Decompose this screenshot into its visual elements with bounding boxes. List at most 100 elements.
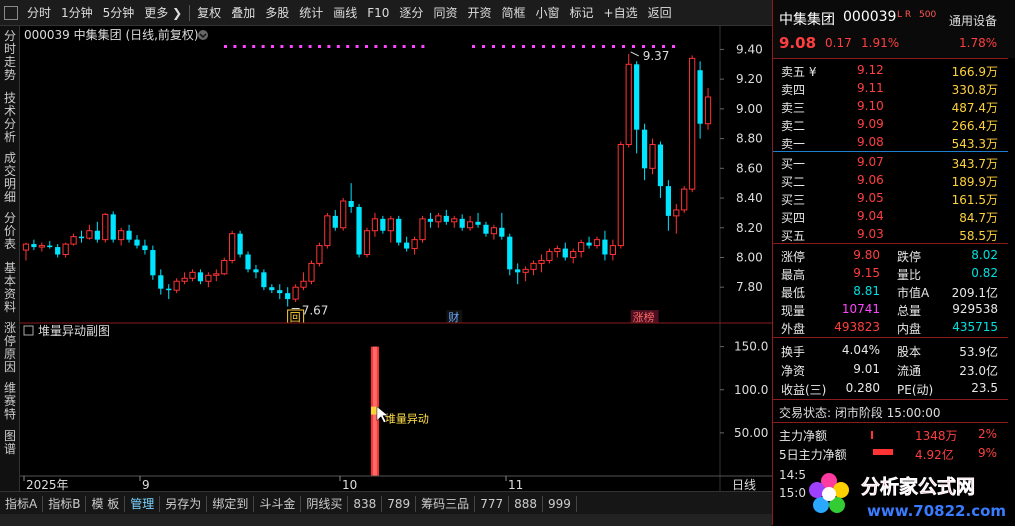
stat2-row: 收益(三) 0.280 PE(动) 23.5 — [781, 381, 998, 397]
btn-add-watch[interactable]: +自选 — [599, 0, 643, 26]
btn-back[interactable]: 返回 — [643, 0, 677, 26]
candle — [229, 230, 236, 264]
ref-dot — [252, 45, 256, 48]
indicator-tab[interactable]: 777 — [475, 496, 510, 512]
btn-tick[interactable]: 逐分 — [394, 0, 428, 26]
candle — [340, 198, 347, 231]
high-label: 9.37 — [643, 49, 670, 63]
tab-intraday[interactable]: 分时 — [22, 0, 56, 26]
industry-tag[interactable]: 通用设备 — [949, 12, 997, 29]
btn-open-capital[interactable]: 开资 — [462, 0, 496, 26]
candle — [237, 230, 243, 258]
stock-app: 分时 1分钟 5分钟 更多 ❯ 复权 叠加 多股 统计 画线 F10 逐分 同资… — [0, 0, 1015, 526]
stat-row: 最低 8.81 市值A 209.1亿 — [781, 284, 998, 300]
ask-row: 卖三 9.10 487.4万 — [781, 99, 998, 115]
ref-dot — [374, 45, 378, 48]
bid-row: 买二 9.06 189.9万 — [781, 173, 998, 189]
anomaly-label: 堆量异动 — [385, 413, 429, 426]
candle — [419, 215, 426, 243]
ref-dot — [582, 45, 585, 48]
candle — [396, 215, 402, 246]
indicator-tab[interactable]: 999 — [543, 496, 577, 512]
indicator-tab[interactable]: 指标B — [43, 496, 87, 512]
grid-icon[interactable] — [4, 5, 18, 20]
y-tick-label: 8.20 — [736, 221, 763, 235]
stat-row: 最高 9.15 量比 0.82 — [781, 266, 998, 282]
btn-simple-frame[interactable]: 简框 — [496, 0, 530, 26]
side-limit-reason[interactable]: 涨停原因 — [2, 322, 18, 374]
left-sidebar: 分时走势 技术分析 成交明细 分价表 基本资料 涨停原因 维赛特 图谱 — [0, 26, 20, 491]
candle — [102, 212, 109, 243]
indicator-tab[interactable]: 筹码三品 — [416, 496, 476, 512]
indicator-tab[interactable]: 另存为 — [160, 496, 208, 512]
candle — [689, 55, 696, 193]
side-intraday[interactable]: 分时走势 — [2, 30, 18, 82]
y-tick-label: 8.80 — [736, 132, 763, 146]
btn-multi-stock[interactable]: 多股 — [260, 0, 294, 26]
top-toolbar: 分时 1分钟 5分钟 更多 ❯ 复权 叠加 多股 统计 画线 F10 逐分 同资… — [0, 0, 772, 26]
indicator-tab[interactable]: 指标A — [0, 496, 44, 512]
logo-url: www.70822.com — [867, 502, 1006, 520]
tab-5min[interactable]: 5分钟 — [98, 0, 140, 26]
y-tick-label: 7.80 — [736, 280, 763, 294]
candle — [316, 242, 323, 267]
sub-y-tick-label: 150.0 — [734, 340, 768, 354]
ref-dot — [492, 45, 495, 48]
period-label[interactable]: 日线 — [732, 478, 756, 491]
ref-dot — [602, 45, 605, 48]
ref-dot — [482, 45, 485, 48]
candle — [617, 141, 624, 249]
ref-dot — [299, 45, 303, 48]
indicator-tab[interactable]: 模 板 — [86, 496, 126, 512]
ref-dot — [472, 45, 475, 48]
side-graph[interactable]: 图谱 — [2, 430, 18, 456]
side-tech-analysis[interactable]: 技术分析 — [2, 92, 18, 144]
ref-dot — [318, 45, 321, 48]
candle — [308, 260, 315, 285]
side-deals[interactable]: 成交明细 — [2, 152, 18, 204]
candle — [507, 233, 513, 276]
btn-f10[interactable]: F10 — [362, 0, 394, 26]
y-tick-label: 9.20 — [736, 72, 763, 86]
side-weisaite[interactable]: 维赛特 — [2, 382, 18, 421]
btn-draw[interactable]: 画线 — [328, 0, 362, 26]
sub-y-tick-label: 100.0 — [734, 383, 768, 397]
btn-mark[interactable]: 标记 — [565, 0, 599, 26]
indicator-tab[interactable]: 管理 — [125, 496, 161, 512]
indicator-tab[interactable]: 绑定到 — [207, 496, 255, 512]
indicator-tab[interactable]: 838 — [348, 496, 383, 512]
ref-dot — [512, 45, 515, 48]
ref-dot — [242, 45, 246, 48]
btn-small-window[interactable]: 小窗 — [530, 0, 564, 26]
indicator-tab[interactable]: 斗斗金 — [254, 496, 302, 512]
svg-text:回: 回 — [290, 311, 301, 324]
stat-row: 外盘 493823 内盘 435715 — [781, 320, 998, 336]
side-basic-info[interactable]: 基本资料 — [2, 262, 18, 314]
side-price-table[interactable]: 分价表 — [2, 212, 18, 251]
indicator-tab[interactable]: 789 — [382, 496, 417, 512]
btn-same-capital[interactable]: 同资 — [428, 0, 462, 26]
y-tick-label: 8.00 — [736, 250, 763, 264]
ref-dot — [412, 45, 415, 48]
bid-row: 买一 9.07 343.7万 — [781, 155, 998, 171]
candle — [625, 53, 632, 148]
btn-overlay[interactable]: 叠加 — [226, 0, 260, 26]
candle — [110, 211, 116, 243]
chevron-down-icon[interactable] — [198, 30, 208, 40]
svg-text:财: 财 — [448, 310, 459, 324]
x-tick-label: 11 — [508, 478, 523, 491]
btn-stats[interactable]: 统计 — [294, 0, 328, 26]
ref-dot — [652, 45, 655, 48]
quote-panel: 中集集团 000039 L R 500 通用设备 9.08 0.17 1.91%… — [772, 0, 1015, 525]
low-label: 7.67 — [302, 304, 329, 318]
btn-restore-right[interactable]: 复权 — [192, 0, 226, 26]
ref-dot — [280, 45, 284, 48]
site-logo: 分析家公式网 www.70822.com — [809, 473, 1006, 520]
indicator-tab[interactable]: 阴线买 — [301, 496, 349, 512]
indicator-tab[interactable]: 888 — [509, 496, 543, 512]
tab-1min[interactable]: 1分钟 — [56, 0, 98, 26]
candle — [150, 245, 156, 280]
kline-chart[interactable]: 000039 中集集团 (日线,前复权) 9.37 7.67回 财 涨榜 9.40 9.… — [20, 26, 772, 491]
tab-more[interactable]: 更多 ❯ — [139, 0, 187, 26]
ref-dot — [383, 45, 387, 48]
